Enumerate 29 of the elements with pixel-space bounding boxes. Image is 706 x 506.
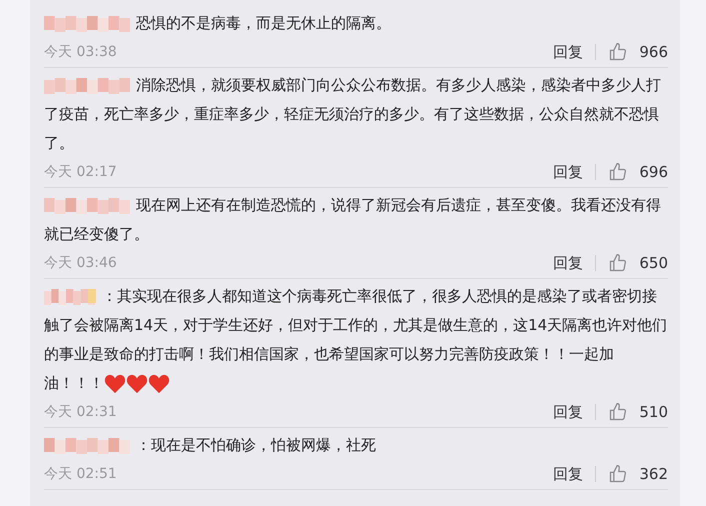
comment-text: ：现在是不怕确诊，怕被网爆，社死 bbox=[44, 431, 668, 460]
comment-text: 消除恐惧，就须要权威部门向公众公布数据。有多少人感染，感染者中多少人打了疫苗，死亡率多少，重症率多少，轻症无须治疗的多少。有了这些数据，公众自然就不恐惧了。 bbox=[44, 75, 662, 154]
thumbs-up-icon[interactable] bbox=[608, 162, 628, 182]
thumbs-up-icon[interactable] bbox=[608, 253, 628, 273]
heart-icon bbox=[104, 374, 126, 394]
comment-time: 今天 03:38 bbox=[44, 43, 118, 61]
reply-link[interactable]: 回复 bbox=[553, 464, 583, 484]
like-count: 966 bbox=[638, 43, 668, 61]
thumbs-up-icon[interactable] bbox=[608, 42, 628, 62]
comment-text: ：其实现在很多人都知道这个病毒死亡率很低了，很多人恐惧的是感染了或者密切接触了会被隔离14天，对于学生还好，但对于工作的，尤其是做生意的，这14天隔离也许对他们的事业是致命的打击啊！我们相信国家，也希望国家可以努力完善防疫政策！！一起加油！！！ bbox=[44, 286, 668, 396]
like-count: 510 bbox=[638, 403, 668, 421]
reply-link[interactable]: 回复 bbox=[553, 162, 583, 182]
comment-text: 恐惧的不是病毒，而是无休止的隔离。 bbox=[44, 9, 668, 38]
comment-time: 今天 02:17 bbox=[44, 163, 118, 181]
comment-text: 现在网上还有在制造恐慌的，说得了新冠会有后遗症，甚至变傻。我看还没有得就已经变傻了。 bbox=[44, 195, 662, 245]
like-count: 362 bbox=[638, 465, 668, 483]
heart-icon bbox=[126, 374, 148, 394]
thumbs-up-icon[interactable] bbox=[608, 464, 628, 484]
like-count: 696 bbox=[638, 163, 668, 181]
comment-time: 今天 03:46 bbox=[44, 254, 118, 272]
reply-link[interactable]: 回复 bbox=[553, 254, 583, 272]
heart-icon bbox=[148, 374, 170, 394]
thumbs-up-icon[interactable] bbox=[608, 402, 628, 422]
like-count: 650 bbox=[638, 254, 668, 272]
comment-time: 今天 02:51 bbox=[44, 465, 118, 483]
blurred-username bbox=[44, 288, 96, 305]
reply-link[interactable]: 回复 bbox=[553, 42, 583, 62]
reply-link[interactable]: 回复 bbox=[553, 402, 583, 422]
comment-time: 今天 02:31 bbox=[44, 403, 118, 421]
